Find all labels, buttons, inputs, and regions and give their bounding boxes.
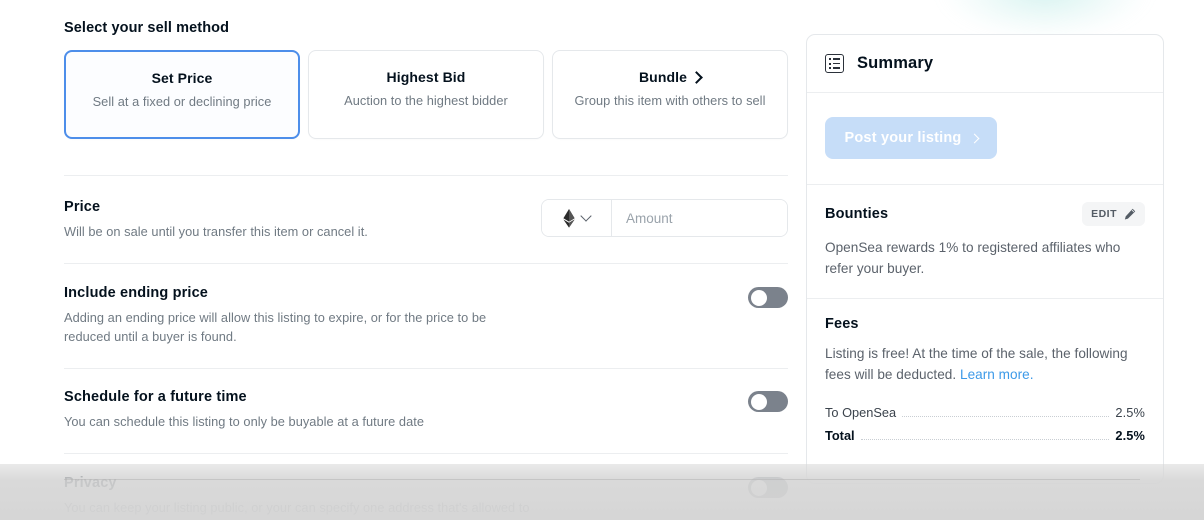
sell-method-cards: Set Price Sell at a fixed or declining p…: [64, 50, 788, 139]
include-ending-price-toggle[interactable]: [748, 287, 788, 308]
price-row: Price Will be on sale until you transfer…: [64, 199, 788, 241]
price-row-title: Price: [64, 199, 101, 215]
row-title: Include ending price: [64, 285, 208, 301]
sell-method-label: Set Price: [151, 70, 213, 86]
post-listing-label: Post your listing: [844, 130, 962, 146]
chevron-right-icon: [969, 133, 979, 143]
learn-more-link[interactable]: Learn more.: [960, 367, 1034, 382]
divider: [64, 263, 788, 264]
sell-method-title: Bundle: [638, 69, 703, 85]
listing-page: Select your sell method Set Price Sell a…: [0, 0, 1204, 520]
price-row-description: Will be on sale until you transfer this …: [64, 224, 368, 239]
summary-header: Summary: [825, 35, 1145, 92]
schedule-future-time-toggle[interactable]: [748, 391, 788, 412]
bounties-title: Bounties: [825, 206, 889, 222]
toggle-knob: [750, 479, 767, 496]
background-glow: [940, 0, 1150, 38]
fee-row: To OpenSea 2.5%: [825, 401, 1145, 424]
divider: [807, 92, 1163, 93]
chevron-right-icon: [690, 70, 703, 84]
row-title: Schedule for a future time: [64, 389, 247, 405]
list-icon: [825, 54, 844, 73]
privacy-toggle[interactable]: [748, 477, 788, 498]
toggle-knob: [750, 393, 767, 410]
edit-label: EDIT: [1091, 208, 1117, 220]
sell-method-subtitle: Sell at a fixed or declining price: [92, 94, 272, 109]
sell-method-card-set-price[interactable]: Set Price Sell at a fixed or declining p…: [64, 50, 300, 139]
edit-bounties-button[interactable]: EDIT: [1082, 202, 1145, 226]
sell-method-card-highest-bid[interactable]: Highest Bid Auction to the highest bidde…: [308, 50, 544, 139]
leader-line: [902, 416, 1110, 417]
row-text: Privacy You can keep your listing public…: [64, 475, 534, 520]
bounties-header: Bounties EDIT: [825, 185, 1145, 226]
fee-label: To OpenSea: [825, 405, 897, 420]
pencil-icon: [1124, 208, 1136, 220]
price-row-text: Price Will be on sale until you transfer…: [64, 199, 368, 241]
sell-method-label: Highest Bid: [386, 69, 466, 85]
post-listing-button[interactable]: Post your listing: [825, 117, 997, 159]
schedule-future-time-row: Schedule for a future time You can sched…: [64, 389, 788, 431]
fees-body: Listing is free! At the time of the sale…: [825, 343, 1145, 385]
sell-method-title: Highest Bid: [387, 69, 466, 85]
summary-panel: Summary Post your listing Bounties EDIT …: [806, 34, 1164, 484]
sell-method-label: Bundle: [638, 69, 688, 85]
sell-method-card-bundle[interactable]: Bundle Group this item with others to se…: [552, 50, 788, 139]
divider: [64, 453, 788, 454]
divider: [64, 175, 788, 176]
sell-method-subtitle: Auction to the highest bidder: [344, 93, 508, 108]
fees-header: Fees: [825, 299, 1145, 332]
privacy-row: Privacy You can keep your listing public…: [64, 475, 788, 520]
row-description: Adding an ending price will allow this l…: [64, 310, 487, 344]
row-description: You can schedule this listing to only be…: [64, 414, 424, 429]
ethereum-icon: [563, 208, 575, 228]
fee-row-total: Total 2.5%: [825, 424, 1145, 447]
sell-form: Select your sell method Set Price Sell a…: [64, 20, 788, 520]
price-control: [541, 199, 788, 237]
toggle-knob: [750, 289, 767, 306]
bounties-body: OpenSea rewards 1% to registered affilia…: [825, 240, 1121, 276]
amount-input[interactable]: [612, 200, 787, 236]
sell-method-title: Set Price: [152, 70, 213, 86]
summary-title: Summary: [857, 54, 934, 72]
currency-select[interactable]: [542, 200, 612, 236]
page-title: Select your sell method: [64, 20, 230, 36]
leader-line: [860, 439, 1110, 440]
chevron-down-icon: [580, 210, 592, 222]
divider: [64, 368, 788, 369]
fee-value: 2.5%: [1115, 428, 1145, 443]
fees-list: To OpenSea 2.5% Total 2.5%: [825, 401, 1145, 447]
row-title: Privacy: [64, 475, 117, 491]
row-text: Include ending price Adding an ending pr…: [64, 285, 534, 346]
fees-title: Fees: [825, 316, 859, 332]
include-ending-price-row: Include ending price Adding an ending pr…: [64, 285, 788, 346]
row-text: Schedule for a future time You can sched…: [64, 389, 534, 431]
row-description: You can keep your listing public, or you…: [64, 500, 530, 520]
sell-method-subtitle: Group this item with others to sell: [574, 93, 766, 108]
fee-value: 2.5%: [1115, 405, 1145, 420]
fee-label: Total: [825, 428, 855, 443]
